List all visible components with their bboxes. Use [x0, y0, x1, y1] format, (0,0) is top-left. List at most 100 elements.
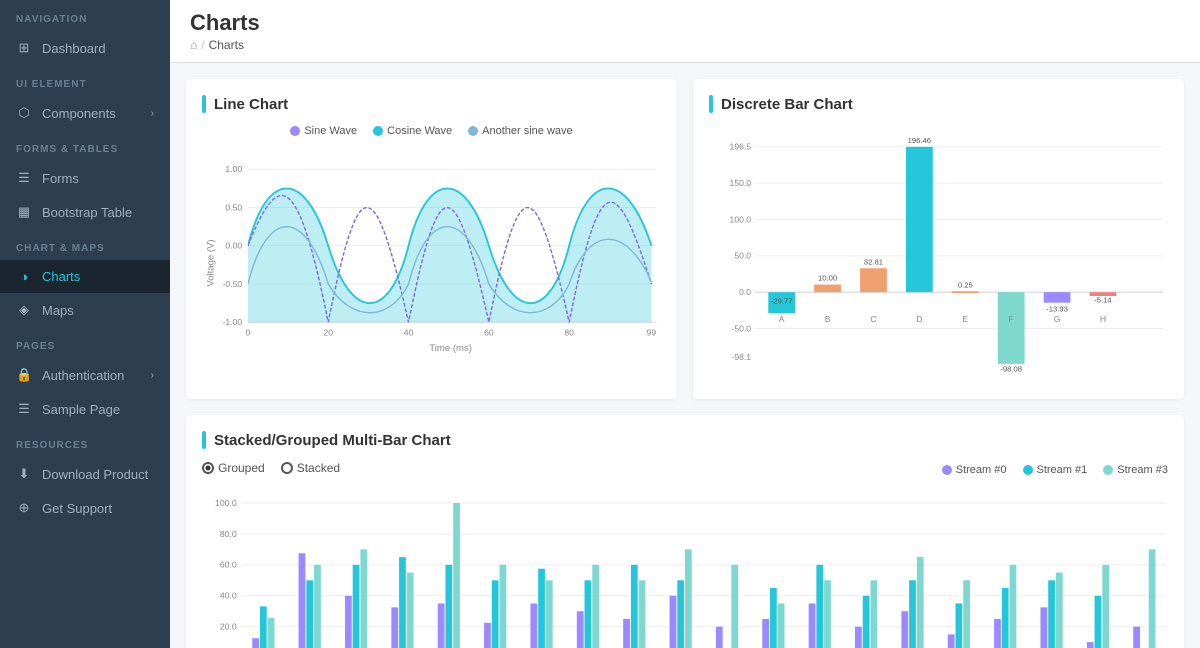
bar-chart-card: Discrete Bar Chart 196.5 150.0 100.0 50.…	[693, 79, 1184, 399]
svg-text:-0.50: -0.50	[223, 279, 243, 289]
breadcrumb-current: Charts	[209, 38, 244, 52]
breadcrumb-sep: /	[201, 38, 204, 52]
multi-bar-svg-container: 100.0 80.0 60.0 40.0 20.0 0.0	[202, 489, 1168, 648]
breadcrumb: ⌂ / Charts	[190, 38, 1180, 52]
nav-section-label: PAGES	[0, 327, 170, 358]
home-icon[interactable]: ⌂	[190, 38, 197, 52]
chevron-right-icon: ›	[151, 108, 154, 119]
nav-section-label: CHART & MAPS	[0, 229, 170, 260]
bar-B	[814, 285, 841, 293]
sidebar-item-label: Bootstrap Table	[42, 205, 132, 220]
legend-dot-sine	[290, 126, 300, 136]
svg-text:80: 80	[564, 328, 574, 338]
svg-text:196.5: 196.5	[730, 142, 752, 152]
support-icon: ⊕	[16, 500, 32, 516]
svg-text:1.00: 1.00	[225, 164, 242, 174]
bootstrap-table-icon: ▦	[16, 204, 32, 220]
nav-section-label: RESOURCES	[0, 426, 170, 457]
radio-grouped[interactable]	[202, 462, 214, 474]
sidebar-item-label: Sample Page	[42, 402, 120, 417]
svg-text:E: E	[962, 314, 968, 324]
sidebar-item-label: Maps	[42, 303, 74, 318]
sidebar-item-authentication[interactable]: 🔒Authentication›	[0, 358, 170, 392]
nav-section-label: FORMS & TABLES	[0, 130, 170, 161]
page-title: Charts	[190, 10, 1180, 36]
svg-text:D: D	[916, 314, 922, 324]
svg-text:H: H	[1100, 314, 1106, 324]
svg-text:100.0: 100.0	[215, 498, 237, 508]
bar-C	[860, 268, 887, 292]
svg-text:99: 99	[647, 328, 657, 338]
svg-text:-50.0: -50.0	[731, 323, 751, 333]
sidebar-item-download[interactable]: ⬇Download Product	[0, 457, 170, 491]
svg-text:G: G	[1054, 314, 1061, 324]
sidebar-item-charts[interactable]: ◑Charts	[0, 260, 170, 293]
forms-icon: ☰	[16, 170, 32, 186]
svg-text:0.0: 0.0	[739, 287, 751, 297]
legend-dot-another-sine	[468, 126, 478, 136]
bar-E	[952, 291, 979, 293]
charts-icon: ◑	[16, 269, 32, 284]
radio-stacked[interactable]	[281, 462, 293, 474]
sidebar-item-support[interactable]: ⊕ Get Support	[0, 491, 170, 525]
sidebar-item-sample-page[interactable]: ☰ Sample Page	[0, 392, 170, 426]
svg-text:100.0: 100.0	[730, 214, 752, 224]
sidebar-item-forms[interactable]: ☰ Forms	[0, 161, 170, 195]
line-chart-svg: Voltage (V) 1.00 0.50 0.00 -0.50 -1.00	[202, 143, 661, 383]
option-grouped[interactable]: Grouped	[202, 461, 265, 475]
content-area: Line Chart Sine Wave Cosine Wave Another…	[170, 63, 1200, 648]
svg-text:80.0: 80.0	[220, 529, 237, 539]
svg-text:40.0: 40.0	[220, 591, 237, 601]
sample-page-icon: ☰	[16, 401, 32, 417]
sidebar-item-label: Forms	[42, 171, 79, 186]
svg-text:Time (ms): Time (ms)	[429, 343, 472, 354]
bar-F	[998, 292, 1025, 364]
topbar: Charts ⌂ / Charts	[170, 0, 1200, 63]
sidebar-item-label: Dashboard	[42, 41, 106, 56]
svg-text:196.46: 196.46	[908, 136, 931, 145]
nav-section-label: UI ELEMENT	[0, 65, 170, 96]
multi-bar-chart-card: Stacked/Grouped Multi-Bar Chart Grouped …	[186, 415, 1184, 648]
svg-text:-29.77: -29.77	[771, 297, 793, 306]
svg-text:20: 20	[323, 328, 333, 338]
svg-text:0.00: 0.00	[225, 241, 242, 251]
svg-text:40: 40	[404, 328, 414, 338]
multi-bar-chart-title: Stacked/Grouped Multi-Bar Chart	[202, 431, 1168, 449]
svg-text:10.00: 10.00	[818, 274, 837, 283]
authentication-icon: 🔒	[16, 367, 32, 383]
svg-text:Voltage (V): Voltage (V)	[205, 239, 216, 286]
bar-chart-svg-container: 196.5 150.0 100.0 50.0 0.0 -50.0 -98.1	[709, 125, 1168, 365]
bar-chart-title: Discrete Bar Chart	[709, 95, 1168, 113]
bar-G	[1044, 292, 1071, 303]
legend-dot-stream3	[1103, 465, 1113, 475]
svg-text:-13.93: -13.93	[1046, 304, 1068, 313]
svg-text:0: 0	[246, 328, 251, 338]
legend-dot-stream1	[1023, 465, 1033, 475]
legend-dot-cosine	[373, 126, 383, 136]
chart-options: Grouped Stacked	[202, 461, 340, 475]
sidebar-item-label: Get Support	[42, 501, 112, 516]
line-chart-svg-container: Voltage (V) 1.00 0.50 0.00 -0.50 -1.00	[202, 143, 661, 383]
svg-text:150.0: 150.0	[730, 178, 752, 188]
legend-cosine: Cosine Wave	[373, 125, 452, 137]
line-chart-title: Line Chart	[202, 95, 661, 113]
multi-chart-legend: Stream #0 Stream #1 Stream #3	[942, 464, 1168, 476]
legend-stream3: Stream #3	[1103, 464, 1168, 476]
components-icon: ⬡	[16, 105, 32, 121]
option-stacked[interactable]: Stacked	[281, 461, 340, 475]
svg-text:50.0: 50.0	[734, 251, 751, 261]
svg-text:60: 60	[484, 328, 494, 338]
sidebar-item-dashboard[interactable]: ⊞Dashboard	[0, 31, 170, 65]
legend-stream1: Stream #1	[1023, 464, 1088, 476]
sidebar-item-maps[interactable]: ◈ Maps	[0, 293, 170, 327]
svg-text:-5.14: -5.14	[1094, 296, 1112, 305]
svg-text:F: F	[1009, 314, 1014, 324]
sidebar-item-components[interactable]: ⬡Components›	[0, 96, 170, 130]
maps-icon: ◈	[16, 302, 32, 318]
sidebar-item-bootstrap-table[interactable]: ▦ Bootstrap Table	[0, 195, 170, 229]
svg-text:B: B	[825, 314, 831, 324]
chevron-right-icon: ›	[151, 370, 154, 381]
svg-text:A: A	[779, 314, 785, 324]
bar-D	[906, 147, 933, 292]
svg-text:-98.1: -98.1	[731, 352, 751, 362]
